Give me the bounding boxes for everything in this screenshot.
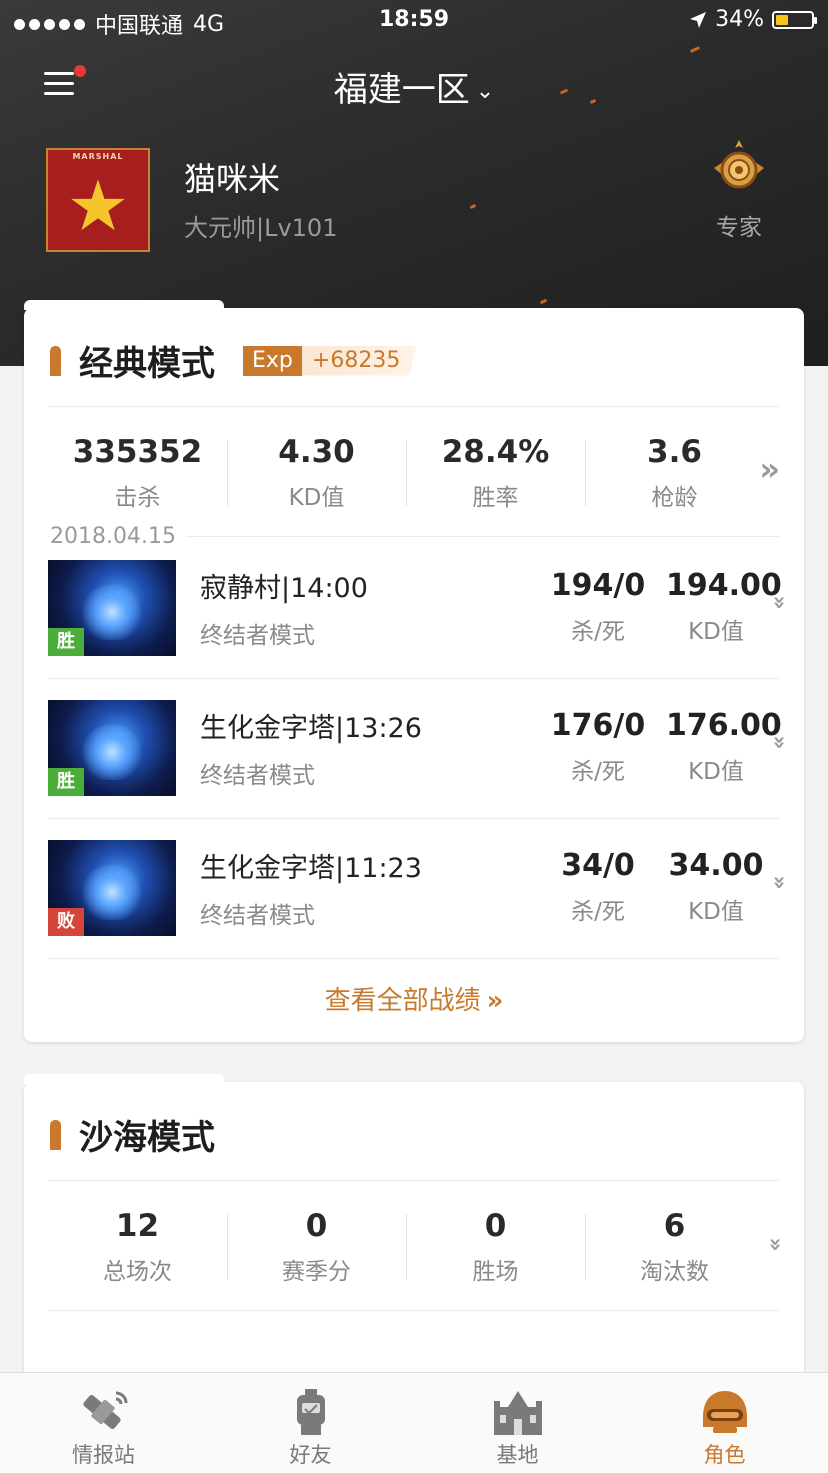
bottom-tab-bar: 情报站 好友 基地 角色 bbox=[0, 1372, 828, 1473]
result-badge: 败 bbox=[48, 908, 84, 936]
expert-medal-icon[interactable] bbox=[710, 138, 768, 196]
chevron-right-icon[interactable]: » bbox=[759, 450, 780, 488]
match-mode: 终结者模式 bbox=[200, 903, 315, 929]
tab-character[interactable]: 角色 bbox=[621, 1373, 828, 1473]
expand-chevron-icon[interactable]: » bbox=[766, 595, 791, 609]
battery-percent: 34% bbox=[715, 7, 764, 32]
view-all-records-link[interactable]: 查看全部战绩» bbox=[24, 980, 804, 1017]
player-name: 猫咪米 bbox=[184, 160, 281, 198]
helmet-icon bbox=[702, 1391, 747, 1433]
stat-gun-age: 3.6 枪龄 bbox=[585, 432, 764, 518]
castle-icon bbox=[493, 1391, 542, 1435]
expand-chevron-icon[interactable]: » bbox=[766, 875, 791, 889]
tab-label: 基地 bbox=[496, 1443, 539, 1467]
chevron-down-icon: ⌄ bbox=[475, 79, 495, 104]
player-level: 大元帅|Lv101 bbox=[184, 214, 338, 242]
expand-chevron-icon[interactable]: » bbox=[766, 735, 791, 749]
exp-value: +68235 bbox=[301, 345, 417, 376]
desert-title: 沙海模式 bbox=[79, 1118, 215, 1158]
rank-badge: MARSHAL ★ bbox=[46, 148, 150, 252]
exp-key: Exp bbox=[243, 345, 302, 376]
match-name: 生化金字塔|13:26 bbox=[200, 713, 422, 744]
tab-label: 情报站 bbox=[72, 1443, 135, 1467]
match-name: 生化金字塔|11:23 bbox=[200, 853, 422, 884]
match-mode: 终结者模式 bbox=[200, 763, 315, 789]
star-icon: ★ bbox=[66, 165, 130, 247]
classic-mode-card: 经典模式 Exp +68235 335352 击杀 4.30 KD值 28.4% 胜率… bbox=[24, 300, 804, 1042]
status-bar: 中国联通 4G 18:59 34% bbox=[0, 0, 828, 40]
result-badge: 胜 bbox=[48, 628, 84, 656]
kill-death: 194/0 杀/死 bbox=[550, 568, 646, 645]
match-row[interactable]: 胜 生化金字塔|13:26 终结者模式 176/0 杀/死 176.00 KD值 » bbox=[48, 678, 791, 818]
tab-label: 角色 bbox=[703, 1443, 746, 1467]
stat-wins: 0 胜场 bbox=[406, 1206, 585, 1292]
exp-badge: Exp +68235 bbox=[243, 345, 417, 376]
location-arrow-icon bbox=[690, 11, 707, 28]
kd-value: 34.00 KD值 bbox=[668, 848, 764, 925]
server-selector[interactable]: 福建一区 ⌄ bbox=[0, 62, 828, 111]
rank-banner: MARSHAL bbox=[72, 152, 124, 161]
map-thumbnail: 胜 bbox=[48, 560, 176, 656]
match-row[interactable]: 胜 寂静村|14:00 终结者模式 194/0 杀/死 194.00 KD值 » bbox=[48, 538, 791, 678]
tab-base[interactable]: 基地 bbox=[414, 1373, 621, 1473]
match-mode: 终结者模式 bbox=[200, 623, 315, 649]
stat-season-score: 0 赛季分 bbox=[227, 1206, 406, 1292]
desert-stats[interactable]: 12 总场次 0 赛季分 0 胜场 6 淘汰数 bbox=[48, 1206, 764, 1292]
bullet-icon bbox=[50, 1119, 61, 1150]
tab-intel[interactable]: 情报站 bbox=[0, 1373, 207, 1473]
match-name: 寂静村|14:00 bbox=[200, 573, 368, 604]
expert-label: 专家 bbox=[716, 215, 762, 241]
stat-kd: 4.30 KD值 bbox=[227, 432, 406, 518]
kd-value: 194.00 KD值 bbox=[666, 568, 782, 645]
expand-chevron-icon[interactable]: » bbox=[762, 1237, 787, 1251]
match-row[interactable]: 败 生化金字塔|11:23 终结者模式 34/0 杀/死 34.00 KD值 » bbox=[48, 818, 791, 958]
classic-title: 经典模式 bbox=[79, 344, 215, 384]
result-badge: 胜 bbox=[48, 768, 84, 796]
tab-friends[interactable]: 好友 bbox=[207, 1373, 414, 1473]
battery-icon bbox=[772, 10, 817, 29]
map-thumbnail: 胜 bbox=[48, 700, 176, 796]
robot-icon bbox=[296, 1389, 325, 1435]
map-thumbnail: 败 bbox=[48, 840, 176, 936]
stat-total-matches: 12 总场次 bbox=[103, 1208, 172, 1285]
desert-mode-card: 沙海模式 12 总场次 0 赛季分 0 胜场 6 淘汰数 » bbox=[24, 1074, 804, 1382]
stat-kills: 335352 击杀 bbox=[72, 434, 203, 511]
classic-stats[interactable]: 335352 击杀 4.30 KD值 28.4% 胜率 3.6 枪龄 bbox=[48, 432, 764, 518]
kd-value: 176.00 KD值 bbox=[666, 708, 782, 785]
tab-label: 好友 bbox=[289, 1443, 332, 1467]
kill-death: 176/0 杀/死 bbox=[550, 708, 646, 785]
stat-winrate: 28.4% 胜率 bbox=[406, 432, 585, 518]
kill-death: 34/0 杀/死 bbox=[561, 848, 635, 925]
satellite-icon bbox=[82, 1391, 127, 1429]
server-name: 福建一区 bbox=[333, 70, 470, 110]
bullet-icon bbox=[50, 345, 61, 376]
stat-eliminations: 6 淘汰数 bbox=[585, 1206, 764, 1292]
double-chevron-right-icon: » bbox=[486, 986, 504, 1016]
